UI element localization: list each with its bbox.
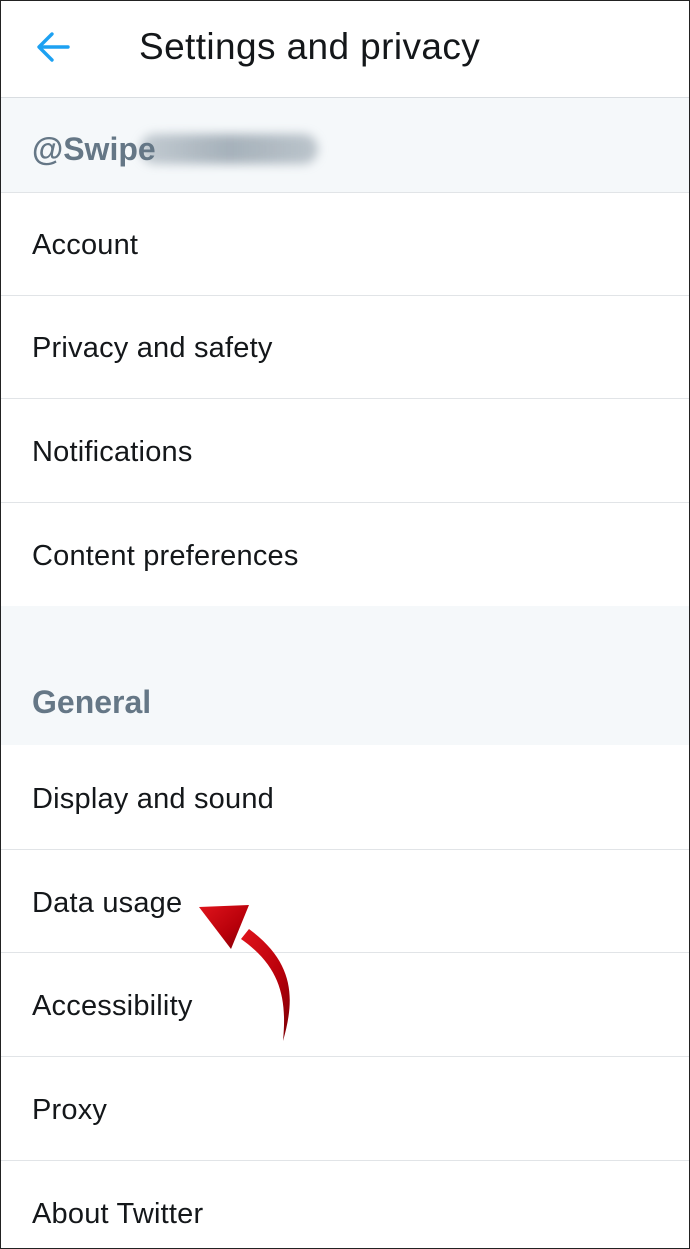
settings-item-notifications[interactable]: Notifications bbox=[1, 399, 689, 502]
settings-item-label: About Twitter bbox=[32, 1198, 204, 1230]
settings-item-label: Data usage bbox=[32, 887, 183, 919]
back-button[interactable] bbox=[31, 27, 75, 67]
settings-item-label: Account bbox=[32, 229, 139, 261]
settings-item-display-and-sound[interactable]: Display and sound bbox=[1, 745, 689, 849]
settings-item-label: Privacy and safety bbox=[32, 332, 273, 364]
section-title: General bbox=[32, 684, 152, 720]
settings-item-account[interactable]: Account bbox=[1, 193, 689, 295]
obscured-handle bbox=[140, 134, 318, 164]
top-app-bar: Settings and privacy bbox=[1, 1, 689, 98]
settings-item-content-preferences[interactable]: Content preferences bbox=[1, 503, 689, 606]
account-section-header: @Swipe bbox=[1, 98, 689, 192]
settings-item-label: Proxy bbox=[32, 1094, 108, 1126]
settings-item-proxy[interactable]: Proxy bbox=[1, 1057, 689, 1160]
settings-screen: Settings and privacy @Swipe Account Priv… bbox=[0, 0, 690, 1249]
arrow-left-icon bbox=[37, 32, 70, 62]
settings-item-about-twitter[interactable]: About Twitter bbox=[1, 1161, 689, 1248]
account-handle: @Swipe bbox=[32, 131, 156, 167]
settings-item-label: Accessibility bbox=[32, 990, 193, 1022]
settings-item-label: Notifications bbox=[32, 436, 193, 468]
settings-item-label: Display and sound bbox=[32, 783, 274, 815]
settings-item-label: Content preferences bbox=[32, 540, 299, 572]
settings-item-accessibility[interactable]: Accessibility bbox=[1, 953, 689, 1056]
page-title: Settings and privacy bbox=[139, 26, 481, 67]
settings-item-data-usage[interactable]: Data usage bbox=[1, 850, 689, 952]
general-section-header: General bbox=[1, 606, 689, 745]
settings-item-privacy-and-safety[interactable]: Privacy and safety bbox=[1, 296, 689, 398]
